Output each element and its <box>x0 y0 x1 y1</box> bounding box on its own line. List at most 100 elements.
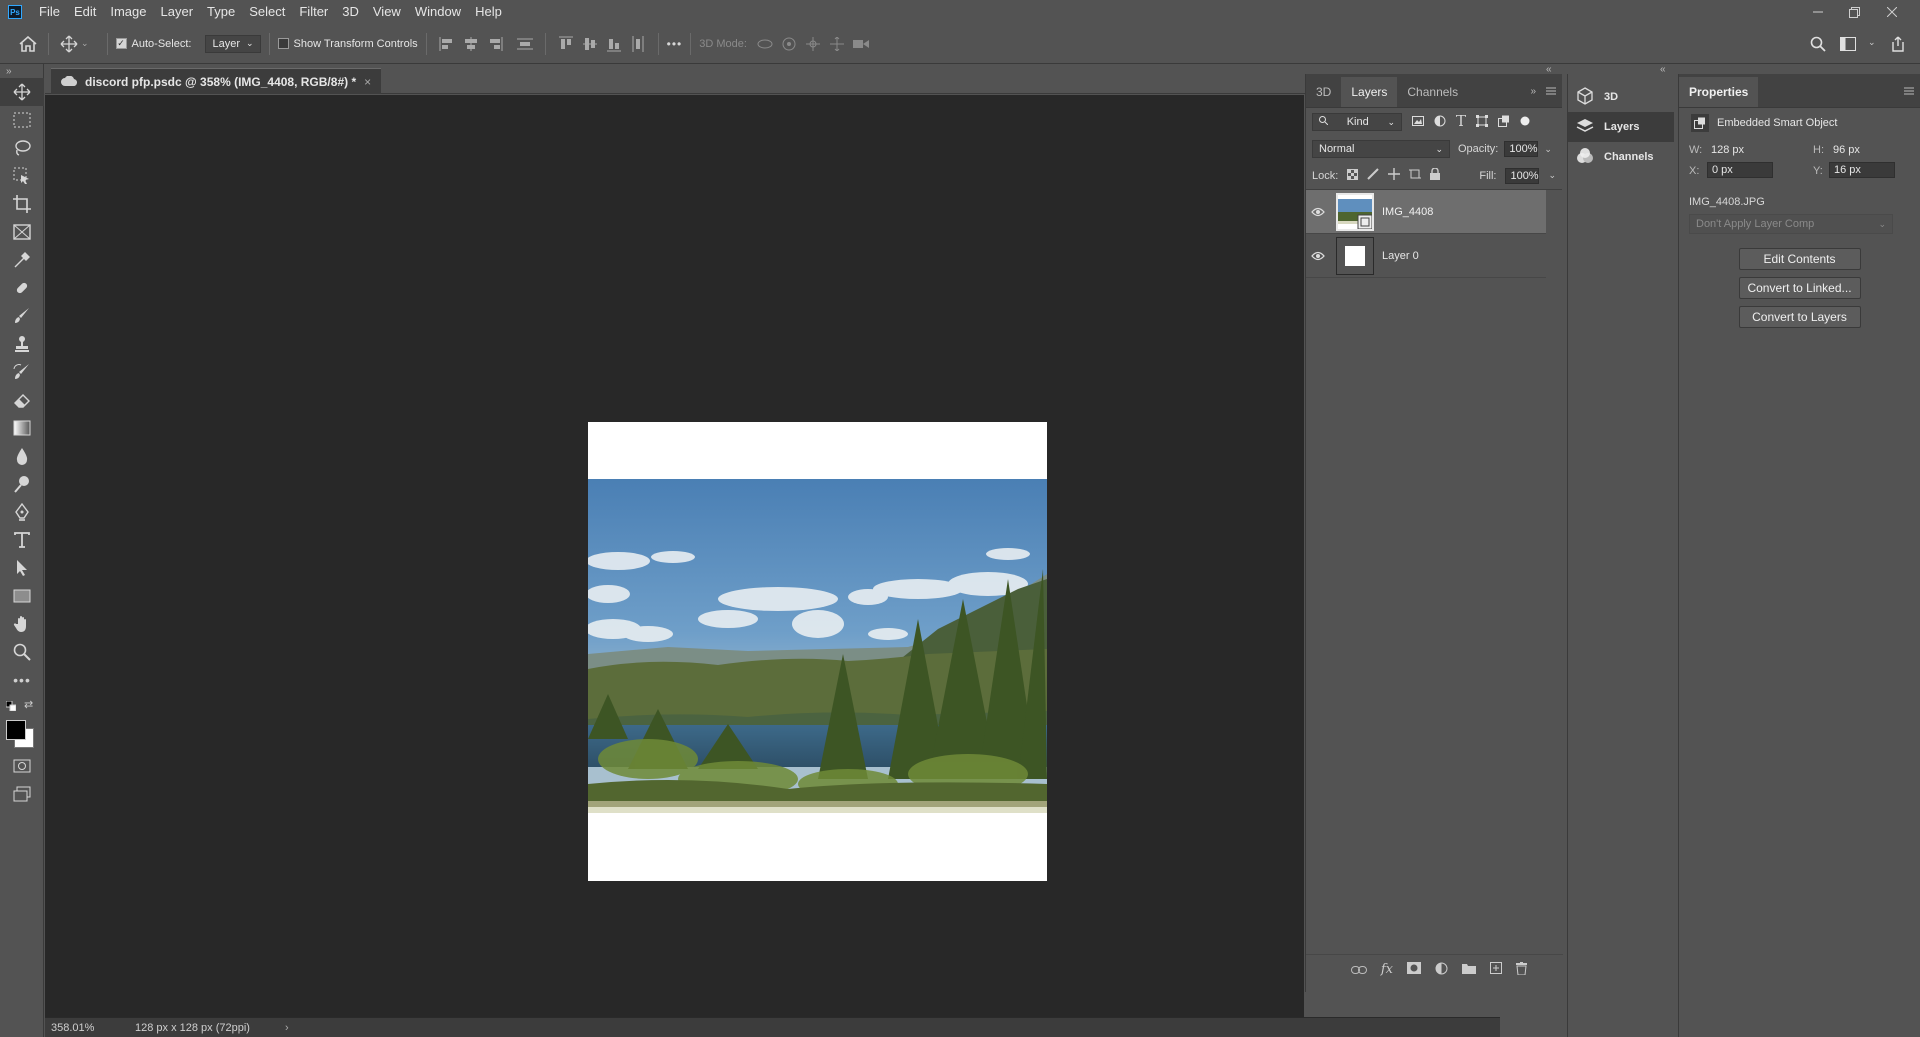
trash-icon[interactable] <box>1516 961 1527 978</box>
quick-mask-icon[interactable] <box>0 752 44 780</box>
hand-icon[interactable] <box>0 610 44 638</box>
healing-brush-icon[interactable] <box>0 274 44 302</box>
menu-image[interactable]: Image <box>103 0 153 24</box>
screen-mode-icon[interactable] <box>0 780 44 808</box>
link-layers-icon[interactable] <box>1350 963 1367 977</box>
close-window-icon[interactable] <box>1874 0 1910 24</box>
menu-3d[interactable]: 3D <box>335 0 366 24</box>
eraser-icon[interactable] <box>0 386 44 414</box>
chevron-down-icon[interactable]: ⌄ <box>1548 170 1556 181</box>
height-value[interactable]: 96 px <box>1833 144 1860 156</box>
lock-artboard-icon[interactable] <box>1409 168 1422 183</box>
share-icon[interactable] <box>1886 32 1910 56</box>
x-input[interactable]: 0 px <box>1707 162 1773 178</box>
smart-object-filter-icon[interactable] <box>1498 115 1510 130</box>
pixel-layer-filter-icon[interactable] <box>1412 115 1424 129</box>
default-colors-icon[interactable] <box>5 700 17 714</box>
filter-kind-dropdown[interactable]: Kind ⌄ <box>1312 113 1402 131</box>
chevron-down-icon[interactable]: ⌄ <box>1868 37 1876 48</box>
tab-layers[interactable]: Layers <box>1341 77 1398 107</box>
eye-icon[interactable] <box>1306 251 1330 261</box>
lock-position-icon[interactable] <box>1388 168 1401 183</box>
align-vertical-center-icon[interactable] <box>578 32 602 56</box>
restore-icon[interactable] <box>1836 0 1872 24</box>
convert-to-linked-button[interactable]: Convert to Linked... <box>1738 277 1861 299</box>
close-tab-icon[interactable]: × <box>364 75 371 89</box>
search-icon[interactable] <box>1806 32 1830 56</box>
align-right-icon[interactable] <box>483 32 507 56</box>
menu-type[interactable]: Type <box>200 0 242 24</box>
y-input[interactable]: 16 px <box>1829 162 1895 178</box>
menu-select[interactable]: Select <box>242 0 292 24</box>
opacity-input[interactable]: 100% <box>1504 141 1539 157</box>
filter-toggle-icon[interactable] <box>1520 115 1530 129</box>
blend-mode-dropdown[interactable]: Normal ⌄ <box>1312 140 1450 158</box>
auto-select-target-dropdown[interactable]: Layer ⌄ <box>205 34 261 53</box>
crop-icon[interactable] <box>0 190 44 218</box>
align-bottom-icon[interactable] <box>602 32 626 56</box>
auto-select-checkbox[interactable]: ✓ <box>115 38 127 49</box>
align-left-icon[interactable] <box>435 32 459 56</box>
lock-image-pixels-icon[interactable] <box>1367 168 1380 183</box>
menu-filter[interactable]: Filter <box>292 0 335 24</box>
menu-view[interactable]: View <box>366 0 408 24</box>
home-icon[interactable] <box>16 32 40 56</box>
menu-window[interactable]: Window <box>408 0 468 24</box>
gradient-icon[interactable] <box>0 414 44 442</box>
3d-slide-icon[interactable] <box>825 32 849 56</box>
menu-layer[interactable]: Layer <box>154 0 201 24</box>
type-icon[interactable] <box>0 526 44 554</box>
menu-edit[interactable]: Edit <box>67 0 103 24</box>
eye-icon[interactable] <box>1306 207 1330 217</box>
chevron-down-icon[interactable]: ⌄ <box>1544 144 1552 155</box>
zoom-icon[interactable] <box>0 638 44 666</box>
menu-help[interactable]: Help <box>468 0 509 24</box>
new-layer-icon[interactable] <box>1490 962 1502 977</box>
3d-scale-icon[interactable] <box>849 32 873 56</box>
fx-icon[interactable]: fx <box>1381 962 1393 977</box>
document-canvas[interactable] <box>588 422 1047 881</box>
chevron-down-icon[interactable]: ⌄ <box>81 38 89 49</box>
edit-contents-button[interactable]: Edit Contents <box>1738 248 1861 270</box>
lock-all-icon[interactable] <box>1430 167 1441 183</box>
clone-stamp-icon[interactable] <box>0 330 44 358</box>
frame-icon[interactable] <box>0 218 44 246</box>
swap-colors-icon[interactable]: ⇄ <box>24 698 33 711</box>
more-options-icon[interactable]: ••• <box>667 37 683 51</box>
add-mask-icon[interactable] <box>1407 962 1421 977</box>
panel-menu-icon[interactable] <box>1904 84 1914 98</box>
align-top-icon[interactable] <box>554 32 578 56</box>
adjustment-layer-filter-icon[interactable] <box>1434 115 1446 130</box>
dodge-icon[interactable] <box>0 470 44 498</box>
brush-icon[interactable] <box>0 302 44 330</box>
layer-row-img-4408[interactable]: IMG_4408 <box>1306 190 1546 234</box>
path-selection-icon[interactable] <box>0 554 44 582</box>
3d-pan-icon[interactable] <box>801 32 825 56</box>
lock-transparent-pixels-icon[interactable] <box>1347 168 1359 183</box>
zoom-level[interactable]: 358.01% <box>51 1022 121 1034</box>
width-value[interactable]: 128 px <box>1711 144 1744 156</box>
show-transform-controls-checkbox[interactable] <box>277 38 289 49</box>
move-tool-icon[interactable] <box>0 78 44 106</box>
type-layer-filter-icon[interactable] <box>1455 114 1467 129</box>
fill-input[interactable]: 100% <box>1505 167 1540 184</box>
document-tab[interactable]: discord pfp.psdc @ 358% (IMG_4408, RGB/8… <box>51 68 382 94</box>
dock-item-layers[interactable]: Layers <box>1568 112 1674 142</box>
layer-name[interactable]: Layer 0 <box>1382 250 1419 262</box>
dock-item-channels[interactable]: Channels <box>1568 142 1674 172</box>
canvas-area[interactable] <box>45 95 1304 1017</box>
align-horizontal-center-icon[interactable] <box>459 32 483 56</box>
3d-orbit-icon[interactable] <box>753 32 777 56</box>
menu-file[interactable]: File <box>32 0 67 24</box>
panel-menu-icon[interactable] <box>1546 84 1556 98</box>
tab-properties[interactable]: Properties <box>1679 77 1759 107</box>
rectangle-icon[interactable] <box>0 582 44 610</box>
convert-to-layers-button[interactable]: Convert to Layers <box>1738 306 1861 328</box>
shape-layer-filter-icon[interactable] <box>1476 114 1488 130</box>
lasso-icon[interactable] <box>0 134 44 162</box>
foreground-color-swatch[interactable] <box>6 720 26 740</box>
distribute-horizontal-icon[interactable] <box>626 32 650 56</box>
pen-icon[interactable] <box>0 498 44 526</box>
edit-toolbar-icon[interactable]: ••• <box>0 666 44 694</box>
blur-icon[interactable] <box>0 442 44 470</box>
